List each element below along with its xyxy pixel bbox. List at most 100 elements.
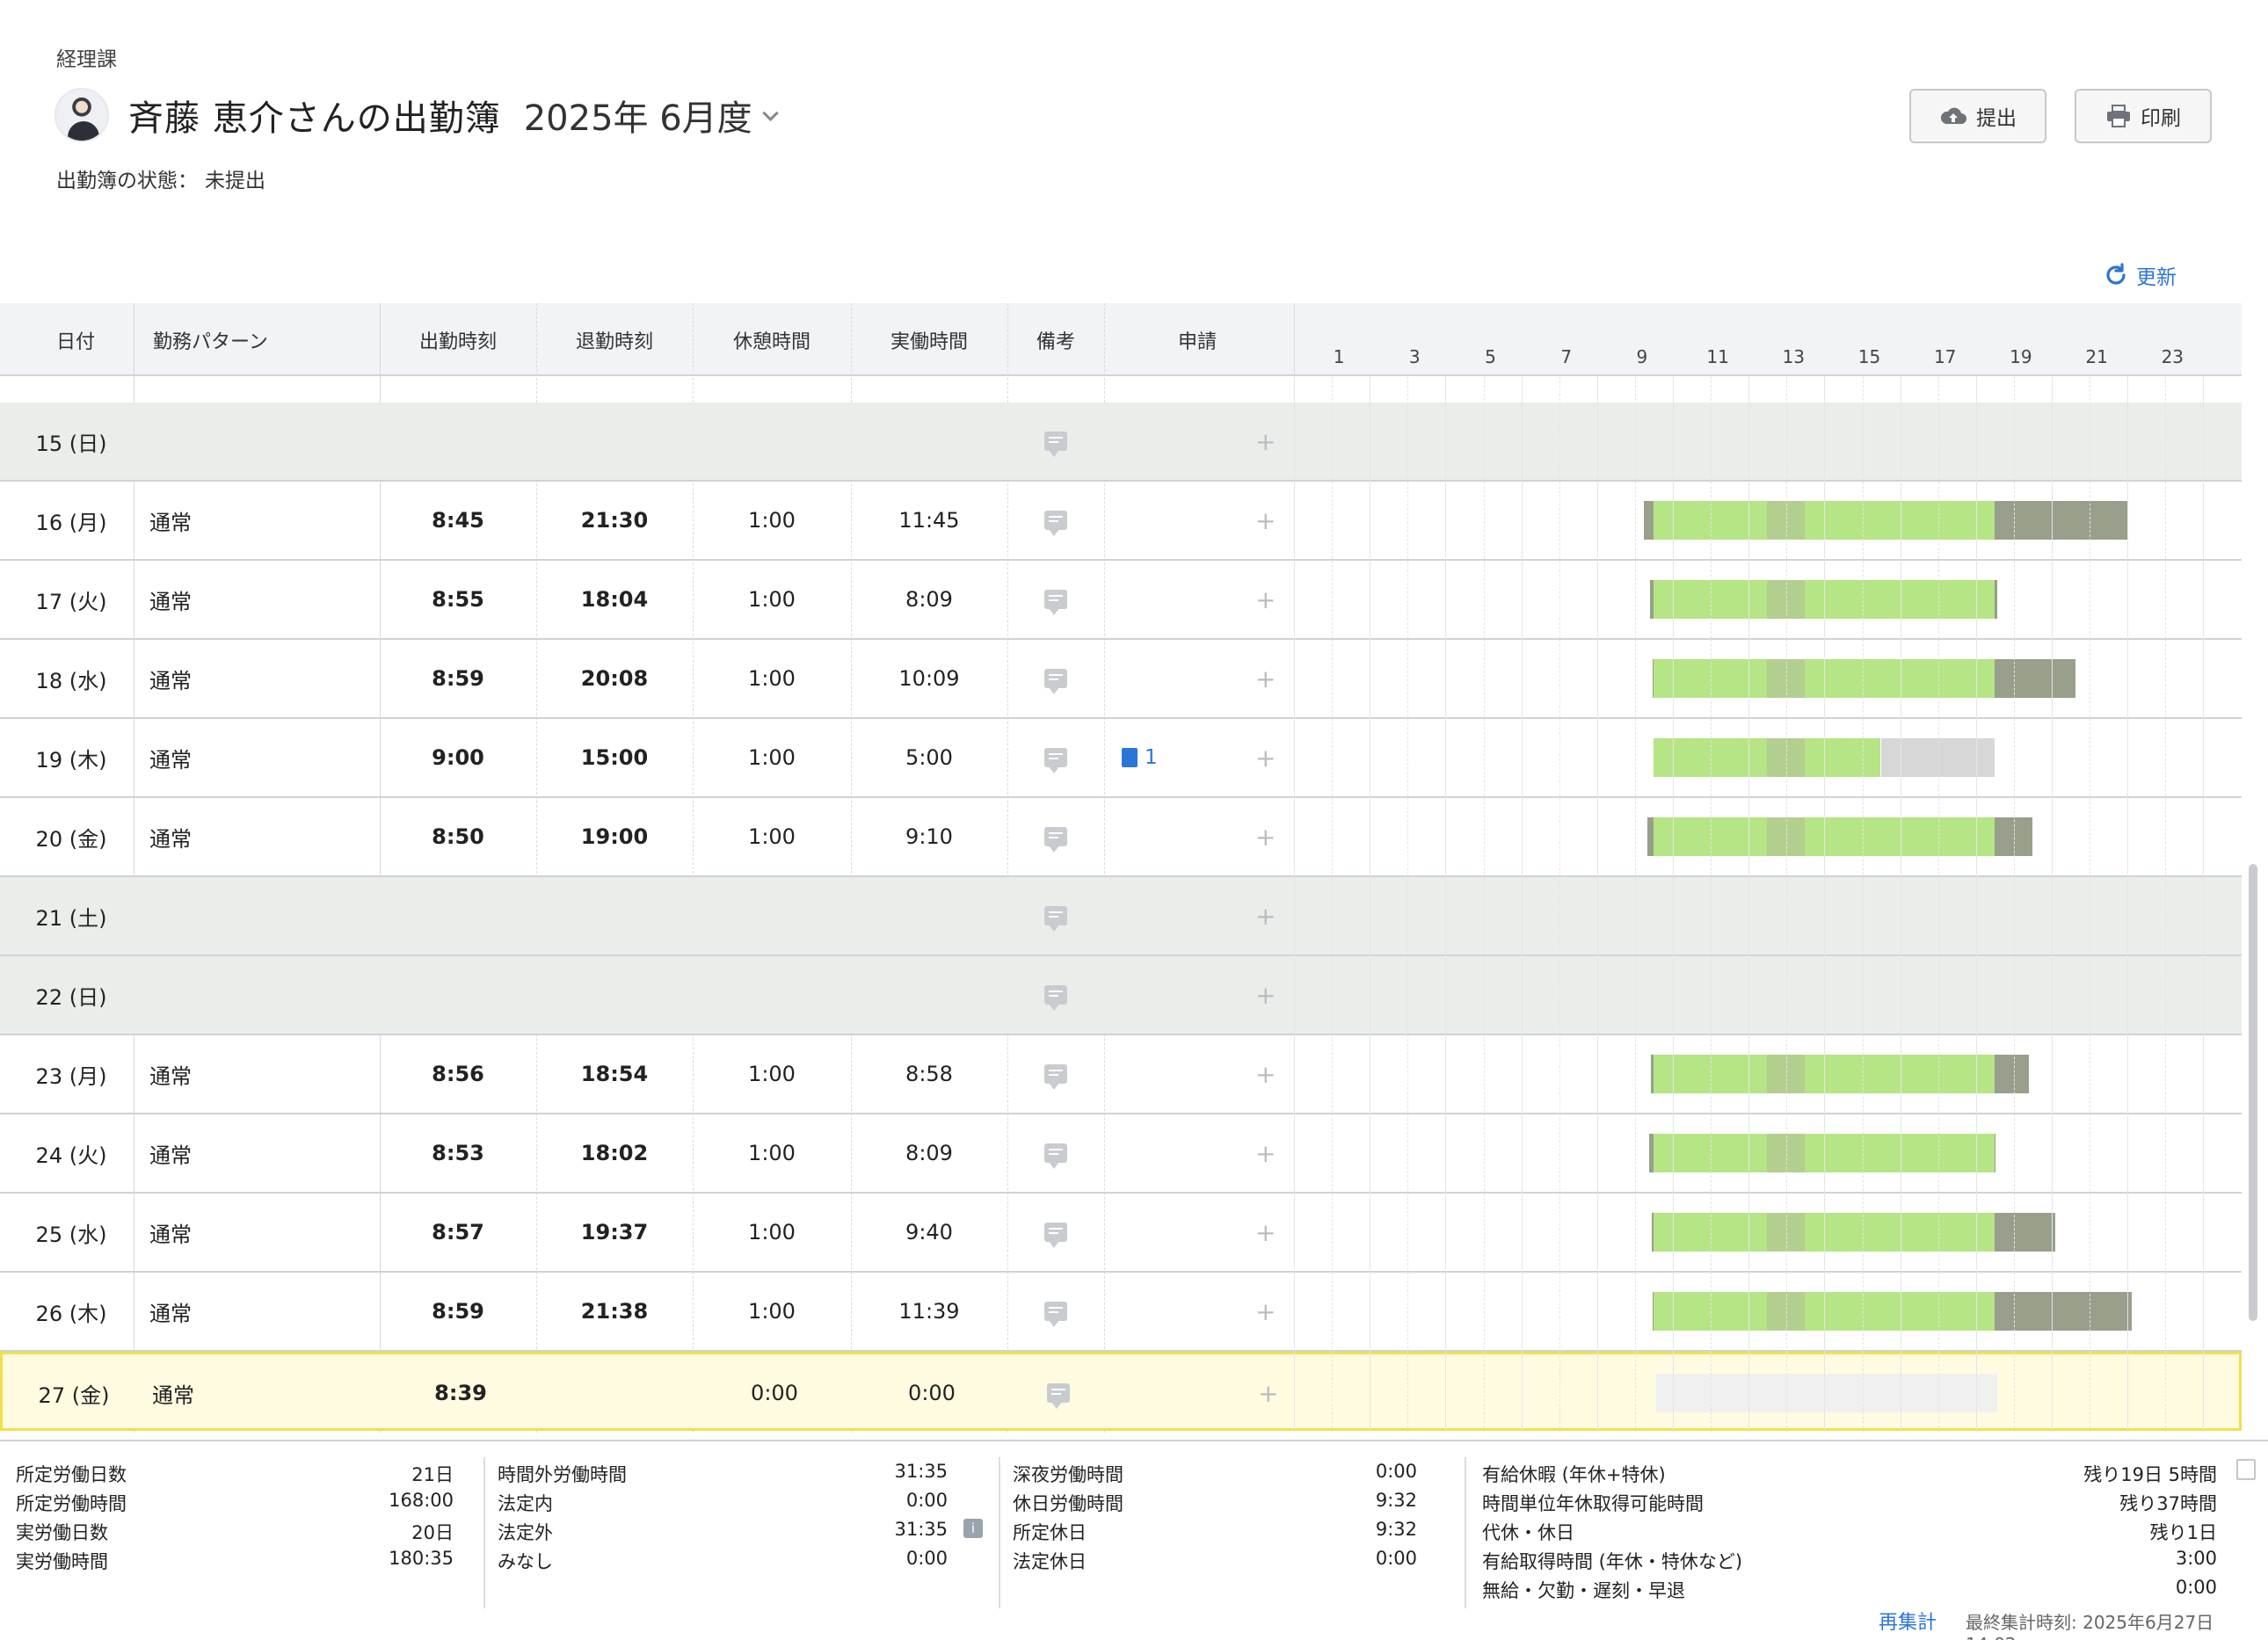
request-count[interactable]: 1	[1145, 746, 1158, 769]
comment-icon[interactable]	[1044, 906, 1067, 932]
comment-icon[interactable]	[1044, 748, 1067, 773]
add-request-icon[interactable]: +	[1255, 719, 1276, 796]
row-break[interactable]: 1:00	[693, 719, 851, 796]
row-break[interactable]: 1:00	[693, 1273, 851, 1350]
row-clock-in[interactable]	[380, 403, 536, 480]
row-clock-out[interactable]: 21:38	[536, 1273, 693, 1350]
row-clock-in[interactable]: 8:53	[380, 1114, 536, 1192]
table-row[interactable]: 15 (日) +	[0, 403, 2242, 482]
period-selector[interactable]: 2025年 6月度	[524, 90, 752, 141]
info-icon[interactable]: i	[963, 1519, 983, 1538]
add-request-icon[interactable]: +	[1255, 482, 1276, 559]
chevron-down-icon[interactable]	[761, 105, 779, 121]
memo-cell[interactable]	[1007, 403, 1104, 480]
comment-icon[interactable]	[1044, 590, 1067, 615]
row-break[interactable]: 1:00	[693, 482, 851, 559]
table-row[interactable]: 19 (木) 通常 9:00 15:00 1:00 5:00 1 +	[0, 719, 2242, 798]
row-clock-out[interactable]: 21:30	[536, 482, 693, 559]
table-row[interactable]: 23 (月) 通常 8:56 18:54 1:00 8:58 +	[0, 1035, 2242, 1114]
table-row[interactable]: 17 (火) 通常 8:55 18:04 1:00 8:09 +	[0, 561, 2242, 640]
add-request-icon[interactable]: +	[1255, 640, 1276, 717]
memo-cell[interactable]	[1007, 798, 1104, 875]
row-clock-in[interactable]: 8:45	[380, 482, 536, 559]
add-request-icon[interactable]: +	[1255, 877, 1276, 954]
comment-icon[interactable]	[1044, 1064, 1067, 1090]
row-clock-out[interactable]: 18:54	[536, 1035, 693, 1113]
memo-cell[interactable]	[1010, 1354, 1107, 1432]
table-row[interactable]: 27 (金) 通常 8:39 0:00 0:00 +	[0, 1352, 2242, 1431]
table-row[interactable]: 18 (水) 通常 8:59 20:08 1:00 10:09 +	[0, 640, 2242, 719]
row-clock-in[interactable]: 8:55	[380, 561, 536, 638]
refresh-button[interactable]: 更新	[2103, 260, 2177, 290]
row-clock-in[interactable]: 8:50	[380, 798, 536, 875]
row-clock-out[interactable]	[536, 956, 693, 1034]
memo-cell[interactable]	[1007, 1035, 1104, 1113]
row-break[interactable]: 1:00	[693, 561, 851, 638]
row-clock-out[interactable]: 19:37	[536, 1194, 693, 1271]
comment-icon[interactable]	[1044, 827, 1067, 853]
row-break[interactable]: 0:00	[695, 1354, 854, 1432]
row-clock-out[interactable]	[536, 403, 693, 480]
add-request-icon[interactable]: +	[1255, 956, 1276, 1034]
recalc-button[interactable]: 再集計	[1879, 1607, 1937, 1635]
add-request-icon[interactable]: +	[1255, 403, 1276, 480]
row-break[interactable]: 1:00	[693, 640, 851, 717]
row-break[interactable]: 1:00	[693, 1035, 851, 1113]
add-request-icon[interactable]: +	[1255, 1114, 1276, 1192]
table-row[interactable]: 21 (土) +	[0, 877, 2242, 956]
col-date[interactable]: 日付	[0, 303, 134, 376]
row-clock-in[interactable]: 8:56	[380, 1035, 536, 1113]
comment-icon[interactable]	[1044, 511, 1067, 536]
memo-cell[interactable]	[1007, 482, 1104, 559]
row-clock-in[interactable]: 8:59	[380, 1273, 536, 1350]
row-clock-out[interactable]: 18:02	[536, 1114, 693, 1192]
table-row[interactable]: 25 (水) 通常 8:57 19:37 1:00 9:40 +	[0, 1194, 2242, 1273]
memo-cell[interactable]	[1007, 1194, 1104, 1271]
table-row[interactable]: 24 (火) 通常 8:53 18:02 1:00 8:09 +	[0, 1114, 2242, 1194]
memo-cell[interactable]	[1007, 561, 1104, 638]
comment-icon[interactable]	[1044, 1143, 1067, 1169]
row-break[interactable]: 1:00	[693, 798, 851, 875]
add-request-icon[interactable]: +	[1255, 561, 1276, 638]
add-request-icon[interactable]: +	[1255, 1035, 1276, 1113]
comment-icon[interactable]	[1044, 669, 1067, 694]
add-request-icon[interactable]: +	[1258, 1354, 1278, 1432]
row-clock-out[interactable]: 18:04	[536, 561, 693, 638]
table-row[interactable]: 22 (日) +	[0, 956, 2242, 1035]
row-clock-in[interactable]: 9:00	[380, 719, 536, 796]
memo-cell[interactable]	[1007, 1114, 1104, 1192]
row-clock-in[interactable]	[380, 956, 536, 1034]
row-clock-in[interactable]: 8:59	[380, 640, 536, 717]
row-break[interactable]	[693, 877, 851, 954]
row-clock-out[interactable]: 19:00	[536, 798, 693, 875]
row-clock-in[interactable]: 8:57	[380, 1194, 536, 1271]
comment-icon[interactable]	[1044, 432, 1067, 457]
row-break[interactable]	[693, 403, 851, 480]
memo-cell[interactable]	[1007, 956, 1104, 1034]
download-icon[interactable]	[2236, 1459, 2256, 1480]
row-clock-in[interactable]	[380, 877, 536, 954]
row-break[interactable]: 1:00	[693, 1114, 851, 1192]
add-request-icon[interactable]: +	[1255, 1194, 1276, 1271]
row-clock-in[interactable]: 8:39	[382, 1354, 539, 1432]
add-request-icon[interactable]: +	[1255, 1273, 1276, 1350]
row-clock-out[interactable]	[536, 877, 693, 954]
scrollbar-thumb[interactable]	[2249, 864, 2257, 1321]
row-clock-out[interactable]: 20:08	[536, 640, 693, 717]
row-clock-out[interactable]	[539, 1354, 695, 1432]
comment-icon[interactable]	[1047, 1383, 1070, 1409]
scrollbar[interactable]	[2247, 376, 2259, 1433]
submit-button[interactable]: 提出	[1909, 89, 2046, 143]
table-row[interactable]: 26 (木) 通常 8:59 21:38 1:00 11:39 +	[0, 1273, 2242, 1352]
memo-cell[interactable]	[1007, 1273, 1104, 1350]
comment-icon[interactable]	[1044, 985, 1067, 1011]
row-clock-out[interactable]: 15:00	[536, 719, 693, 796]
comment-icon[interactable]	[1044, 1223, 1067, 1248]
add-request-icon[interactable]: +	[1255, 798, 1276, 875]
row-break[interactable]	[693, 956, 851, 1034]
request-doc-icon[interactable]	[1122, 748, 1138, 767]
memo-cell[interactable]	[1007, 640, 1104, 717]
memo-cell[interactable]	[1007, 719, 1104, 796]
comment-icon[interactable]	[1044, 1302, 1067, 1327]
row-break[interactable]: 1:00	[693, 1194, 851, 1271]
